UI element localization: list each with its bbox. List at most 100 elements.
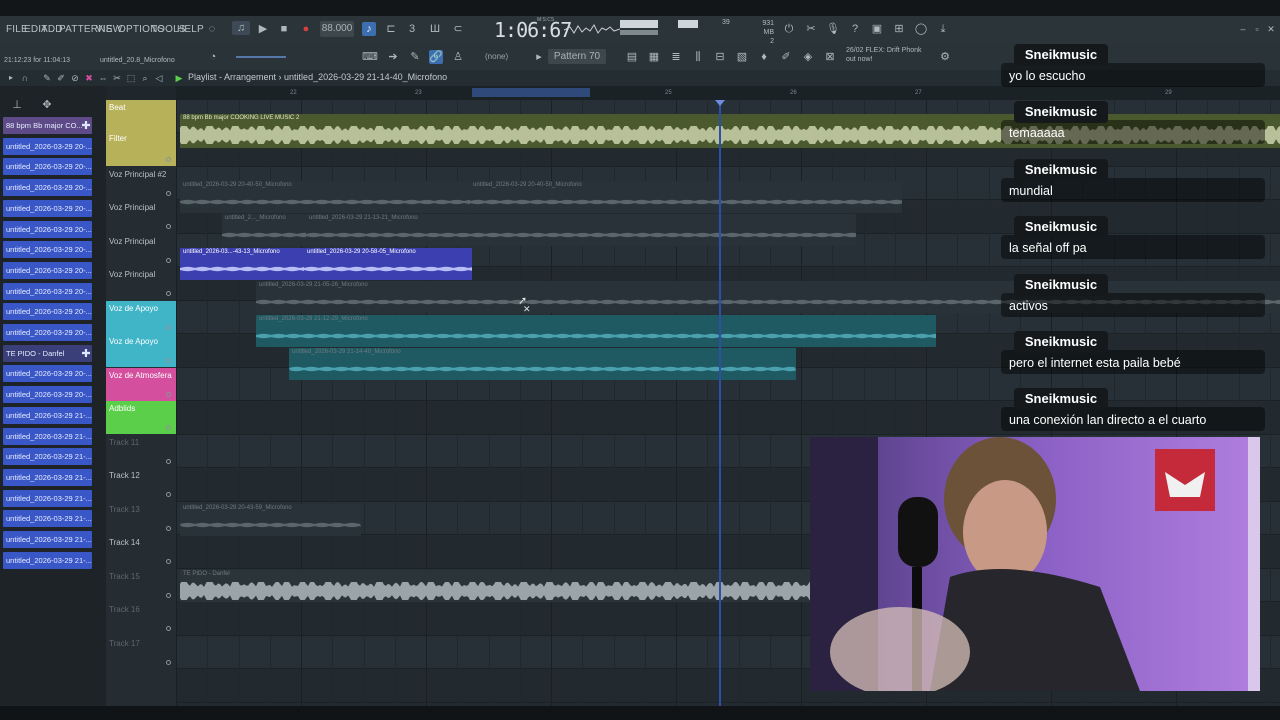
pattern-prev-icon[interactable]: ▸ — [532, 50, 546, 64]
playlist-play-icon[interactable]: ▶ — [172, 71, 186, 85]
channel-rack-icon[interactable]: ≣ — [669, 50, 683, 64]
microphone-icon[interactable]: 🎙 — [826, 22, 840, 36]
piano-roll-icon[interactable]: ▦ — [647, 50, 661, 64]
loop-region[interactable] — [472, 88, 590, 97]
mixer-icon[interactable]: ⫼ — [691, 50, 705, 64]
audio-clip[interactable]: untitled_2026-03-29 21-13-21_Microfono — [306, 214, 856, 246]
timeline-ruler[interactable]: 22 23 24 25 26 27 29 — [176, 86, 1280, 100]
channel-item[interactable]: untitled_2026-03-29 21-... — [3, 510, 92, 528]
channel-plus-icon[interactable]: ✚ — [80, 348, 92, 360]
audio-clip[interactable]: untitled_2026-03-29 21-12-29_Microfono — [256, 315, 936, 347]
channel-item[interactable]: 88 bpm Bb major CO... — [3, 117, 92, 134]
close-icon[interactable]: ✕ — [1264, 22, 1278, 36]
channel-item[interactable]: untitled_2026-03-29 20-... — [3, 386, 92, 404]
channel-item[interactable]: untitled_2026-03-29 21-... — [3, 406, 92, 424]
countdown-icon[interactable]: 3 — [405, 22, 419, 36]
audio-editor-icon[interactable]: ◈ — [801, 50, 815, 64]
pencil-icon[interactable]: ✎ — [408, 50, 422, 64]
channel-item[interactable]: untitled_2026-03-29 21-... — [3, 427, 92, 445]
mute-tool-icon[interactable]: ✖ — [82, 71, 96, 85]
track-mute-icon[interactable] — [166, 224, 171, 229]
metronome-icon[interactable]: ♪ — [362, 22, 376, 36]
slice-tool-icon[interactable]: ✂ — [110, 71, 124, 85]
track-header[interactable]: Voz Principal #2 — [106, 167, 176, 200]
playlist-icon[interactable]: ▤ — [625, 50, 639, 64]
channel-item[interactable]: untitled_2026-03-29 20-... — [3, 199, 92, 217]
select-tool-icon[interactable]: ⬚ — [124, 71, 138, 85]
minimize-icon[interactable]: – — [1236, 22, 1250, 36]
menu-help[interactable]: HELP — [177, 24, 204, 35]
channel-item[interactable]: untitled_2026-03-29 20-... — [3, 241, 92, 259]
audio-clip[interactable]: untitled_2026-03-29 20-40-50_Microfono — [470, 181, 902, 213]
song-time-display[interactable]: 1:06:67 — [494, 18, 572, 42]
track-header[interactable]: Voz de Apoyo — [106, 334, 176, 367]
playhead[interactable] — [719, 100, 721, 706]
delete-tool-icon[interactable]: ⊘ — [68, 71, 82, 85]
channel-item[interactable]: TE PIDO - Danfel — [3, 344, 92, 362]
touch-keyboard-icon[interactable]: ♦ — [757, 50, 771, 64]
tempo-display[interactable]: 88.000 — [320, 21, 354, 37]
loop-record-icon[interactable]: ⊂ — [451, 22, 465, 36]
playlist-menu-icon[interactable]: ▸ — [4, 71, 18, 85]
zoom-tool-icon[interactable]: ⌕ — [138, 71, 152, 85]
list-move-icon[interactable]: ✥ — [40, 98, 54, 112]
song-mode-icon[interactable]: ♫ — [232, 21, 250, 35]
track-mute-icon[interactable] — [166, 626, 171, 631]
channel-item[interactable]: untitled_2026-03-29 20-... — [3, 282, 92, 300]
channel-item[interactable]: untitled_2026-03-29 20-... — [3, 158, 92, 176]
help-icon[interactable]: ? — [848, 22, 862, 36]
maximize-icon[interactable]: ▫ — [1250, 22, 1264, 36]
pattern-selector[interactable]: Pattern 70 — [548, 49, 606, 64]
draw-tool-icon[interactable]: ✎ — [40, 71, 54, 85]
track-mute-icon[interactable] — [166, 525, 171, 531]
channel-item[interactable]: untitled_2026-03-29 21-... — [3, 551, 92, 569]
track-mute-icon[interactable] — [166, 425, 171, 430]
channel-item[interactable]: untitled_2026-03-29 21-... — [3, 448, 92, 466]
track-header[interactable]: Track 16 — [106, 602, 176, 635]
plugin-icon[interactable]: ⊞ — [892, 22, 906, 36]
news-panel[interactable]: 26/02 FLEX: Drift Phonk out now! — [846, 46, 922, 64]
track-header[interactable]: Voz de Apoyo — [106, 300, 176, 334]
power-icon[interactable]: ⏻ — [782, 22, 796, 36]
audio-clip[interactable]: untitled_2026-03-29 20-58-05_Microfono — [304, 248, 472, 280]
track-mute-icon[interactable] — [166, 391, 171, 397]
list-pin-icon[interactable]: ⊥ — [10, 98, 24, 112]
audio-clip[interactable]: TE PIDO - Danfel — [180, 570, 820, 602]
playhead-marker-icon[interactable] — [715, 100, 725, 106]
keyboard-icon[interactable]: ⌨ — [362, 50, 378, 64]
track-mute-icon[interactable] — [166, 324, 171, 330]
track-mute-icon[interactable] — [166, 559, 171, 564]
channel-item[interactable]: untitled_2026-03-29 21-... — [3, 489, 92, 507]
track-mute-icon[interactable] — [166, 291, 171, 296]
master-pitch-knob[interactable]: ◔ — [206, 50, 220, 64]
chat-icon[interactable]: ◯ — [914, 22, 928, 36]
cut-icon[interactable]: ✂ — [804, 22, 818, 36]
magnet-icon[interactable]: ∩ — [18, 71, 32, 85]
paint-tool-icon[interactable]: ✐ — [54, 71, 68, 85]
settings-icon[interactable]: ⚙ — [938, 50, 952, 64]
channel-item[interactable]: untitled_2026-03-29 20-... — [3, 179, 92, 197]
channel-item[interactable]: untitled_2026-03-29 20-... — [3, 137, 92, 155]
track-mute-icon[interactable] — [166, 257, 171, 263]
arrow-right-icon[interactable]: ➔ — [386, 50, 400, 64]
record-mode-icon[interactable]: ◌ — [205, 22, 219, 36]
stop-button[interactable]: ■ — [277, 22, 291, 36]
snap-select[interactable]: (none) — [485, 52, 508, 61]
track-mute-icon[interactable] — [166, 458, 171, 464]
channel-plus-icon[interactable]: ✚ — [80, 120, 92, 132]
track-mute-icon[interactable] — [166, 592, 171, 598]
channel-item[interactable]: untitled_2026-03-29 21-... — [3, 468, 92, 486]
track-header[interactable]: Adblids — [106, 401, 176, 434]
channel-item[interactable]: untitled_2026-03-29 20-... — [3, 303, 92, 321]
track-mute-icon[interactable] — [166, 492, 171, 497]
master-volume-slider[interactable] — [236, 56, 286, 58]
link-icon[interactable]: 🔗 — [429, 50, 443, 64]
browser-icon[interactable]: ⊟ — [713, 50, 727, 64]
track-header[interactable]: Voz Principal — [106, 200, 176, 233]
channel-item[interactable]: untitled_2026-03-29 21-... — [3, 531, 92, 548]
channel-item[interactable]: untitled_2026-03-29 20-... — [3, 220, 92, 238]
step-edit-icon[interactable]: Ш — [428, 22, 442, 36]
track-header[interactable]: Track 14 — [106, 535, 176, 568]
track-header[interactable]: Beat Filter — [106, 100, 176, 166]
save-icon[interactable]: ▣ — [870, 22, 884, 36]
